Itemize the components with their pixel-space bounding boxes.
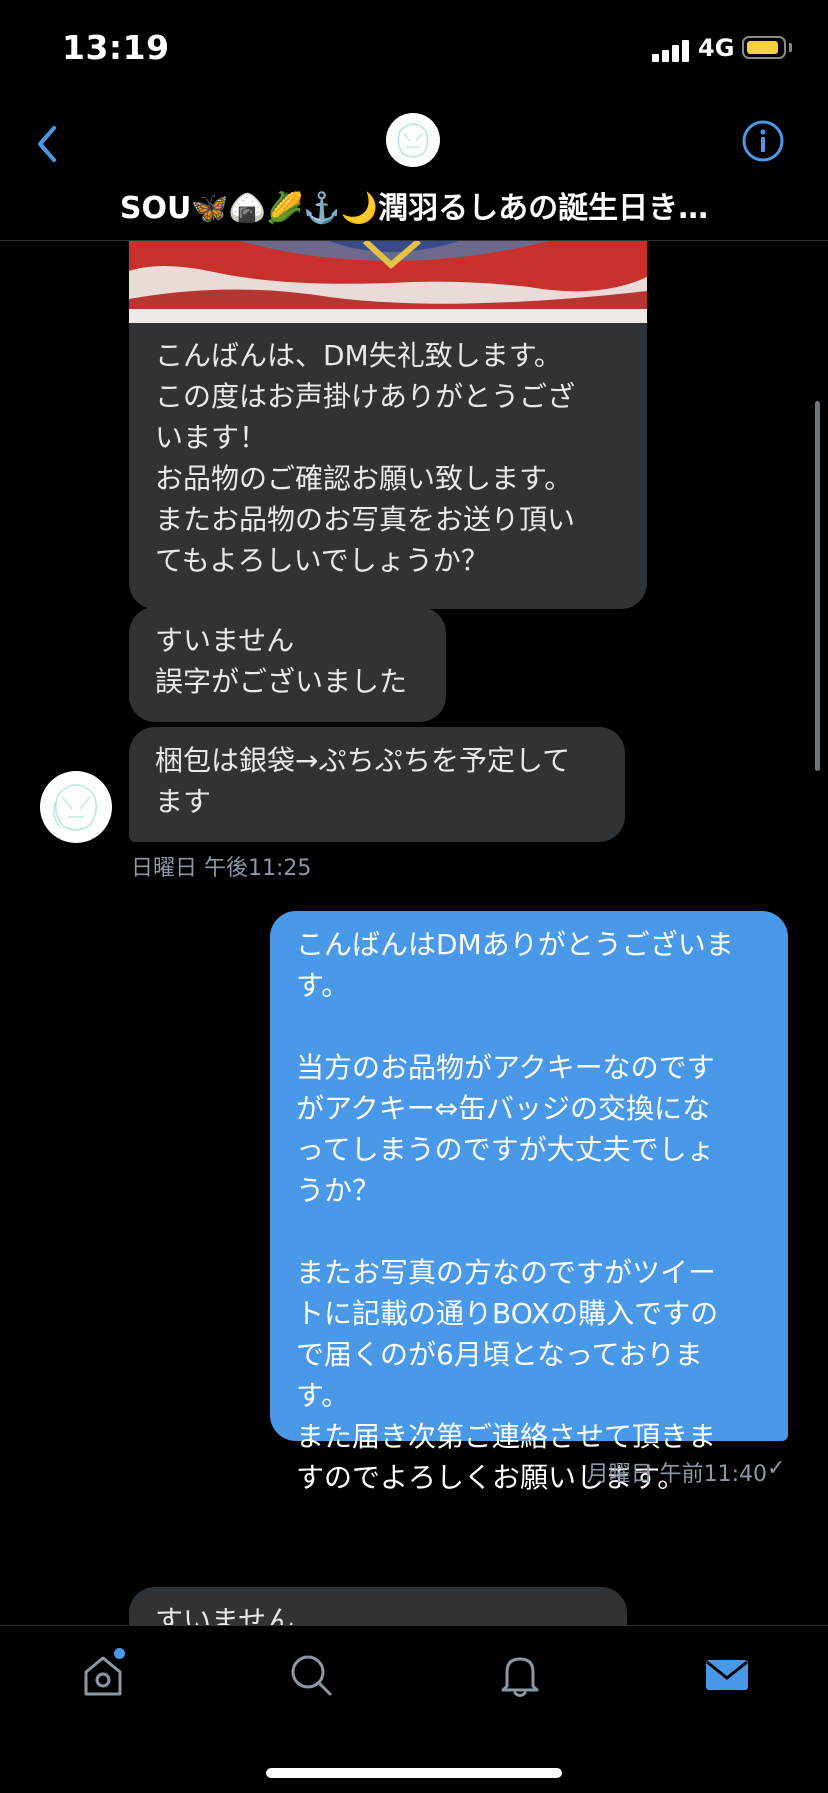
battery-cap bbox=[789, 43, 792, 52]
notifications-icon[interactable] bbox=[495, 1650, 545, 1700]
status-bar: 13:19 4G bbox=[0, 0, 828, 100]
message-timestamp: 日曜日 午後11:25 bbox=[131, 856, 312, 881]
signal-icon bbox=[652, 40, 692, 62]
contact-avatar[interactable] bbox=[40, 771, 112, 843]
message-bubble[interactable]: 梱包は銀袋→ぷちぷちを予定して ます bbox=[129, 727, 625, 842]
message-timestamp: 月曜日 午前11:40 bbox=[586, 1462, 767, 1487]
home-indicator[interactable] bbox=[266, 1768, 562, 1778]
conversation-title[interactable]: SOU🦋🍙🌽⚓️🌙潤羽るしあの誕生日き… bbox=[40, 183, 788, 227]
message-bubble-sent[interactable]: こんばんはDMありがとうございま す。 当方のお品物がアクキーなのです がアクキ… bbox=[270, 911, 788, 1494]
message-bubble[interactable]: こんばんは、DM失礼致します。 この度はお声掛けありがとうござ います！ お品物… bbox=[129, 323, 647, 609]
network-type: 4G bbox=[698, 34, 735, 62]
status-time: 13:19 bbox=[62, 28, 170, 67]
message-list[interactable]: こんばんは、DM失礼致します。 この度はお声掛けありがとうござ います！ お品物… bbox=[0, 241, 828, 1625]
battery-icon bbox=[742, 36, 786, 59]
scrollbar[interactable] bbox=[815, 401, 820, 771]
contact-avatar-small[interactable] bbox=[386, 113, 440, 167]
back-chevron-icon[interactable] bbox=[28, 120, 68, 170]
message-bubble[interactable]: すいません 誤字がございました bbox=[129, 607, 446, 722]
info-icon[interactable] bbox=[740, 118, 786, 164]
messages-icon[interactable] bbox=[702, 1650, 752, 1700]
notification-dot bbox=[114, 1648, 125, 1659]
conversation-header: SOU🦋🍙🌽⚓️🌙潤羽るしあの誕生日き… bbox=[0, 100, 828, 241]
shared-photo[interactable] bbox=[129, 241, 647, 323]
tab-bar bbox=[0, 1625, 828, 1793]
read-receipt-icon: ✓ bbox=[767, 1456, 786, 1481]
search-icon[interactable] bbox=[286, 1650, 336, 1700]
message-bubble[interactable]: すいません bbox=[129, 1587, 627, 1625]
